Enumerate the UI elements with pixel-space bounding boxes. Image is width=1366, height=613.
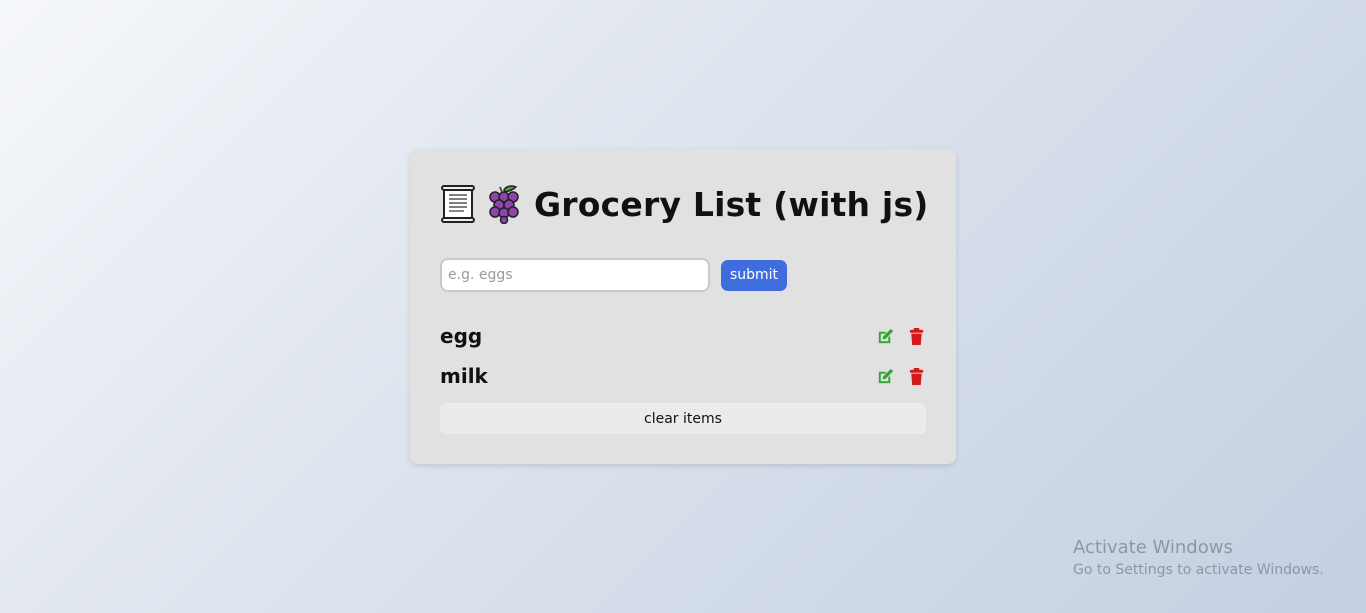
edit-icon[interactable] [876,367,895,386]
submit-button[interactable]: submit [721,259,787,291]
item-name: egg [440,324,483,348]
clear-items-button[interactable]: clear items [440,403,926,434]
windows-activation-watermark: Activate Windows Go to Settings to activ… [1073,537,1324,581]
trash-icon[interactable] [907,327,926,346]
scroll-icon [440,184,478,224]
grapes-icon [484,184,522,225]
edit-icon[interactable] [876,327,895,346]
watermark-subtitle: Go to Settings to activate Windows. [1073,562,1324,578]
page-title: Grocery List (with js) [534,184,929,224]
add-item-form: submit [440,258,787,292]
grocery-list: egg milk [440,316,926,396]
list-item: egg [440,316,926,356]
item-actions [876,327,926,346]
header: Grocery List (with js) [440,182,929,226]
trash-icon[interactable] [907,367,926,386]
list-item: milk [440,356,926,396]
item-name: milk [440,364,488,388]
watermark-title: Activate Windows [1073,537,1233,558]
grocery-card: Grocery List (with js) submit egg [410,149,956,464]
item-actions [876,367,926,386]
item-input[interactable] [440,258,710,292]
